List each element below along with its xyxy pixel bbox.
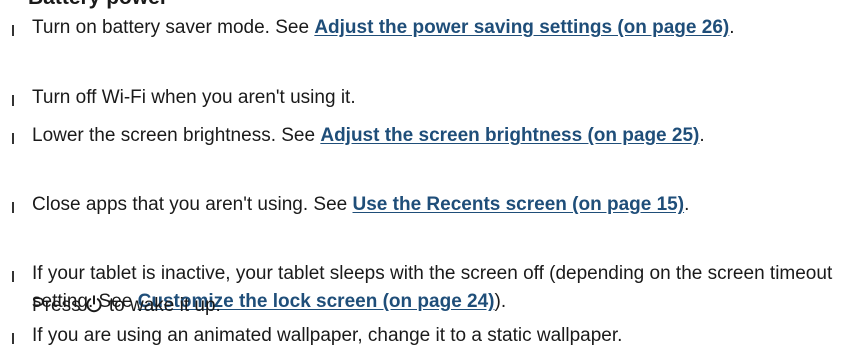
tip-text: Lower the screen brightness. See: [32, 125, 321, 146]
link-screen-brightness[interactable]: Adjust the screen brightness (on page 25…: [320, 125, 699, 146]
tip-text: If you are using an animated wallpaper, …: [32, 325, 623, 346]
bullet-marker: [12, 25, 14, 36]
tip-punctuation: ).: [494, 291, 507, 312]
bullet-marker: [12, 95, 14, 106]
press-suffix: to wake it up.: [108, 295, 221, 316]
bullet-marker: [12, 333, 14, 344]
tip-text: Turn on battery saver mode. See: [32, 17, 315, 38]
press-label: Press: [32, 295, 81, 316]
link-power-saving-settings[interactable]: Adjust the power saving settings (on pag…: [314, 17, 729, 38]
bullet-marker: [12, 202, 14, 213]
section-heading: Battery power: [28, 0, 168, 10]
bullet-marker: [12, 133, 14, 144]
tip-punctuation: .: [684, 194, 690, 215]
tip-punctuation: .: [729, 17, 735, 38]
link-recents-screen[interactable]: Use the Recents screen (on page 15): [353, 194, 685, 215]
tip-punctuation: .: [699, 125, 705, 146]
tip-text: Close apps that you aren't using. See: [32, 194, 353, 215]
press-instruction: Press to wake it up.: [32, 292, 221, 323]
tip-text: Turn off Wi-Fi when you aren't using it.: [32, 87, 356, 108]
bullet-marker: [12, 271, 14, 282]
power-icon: [84, 294, 104, 323]
